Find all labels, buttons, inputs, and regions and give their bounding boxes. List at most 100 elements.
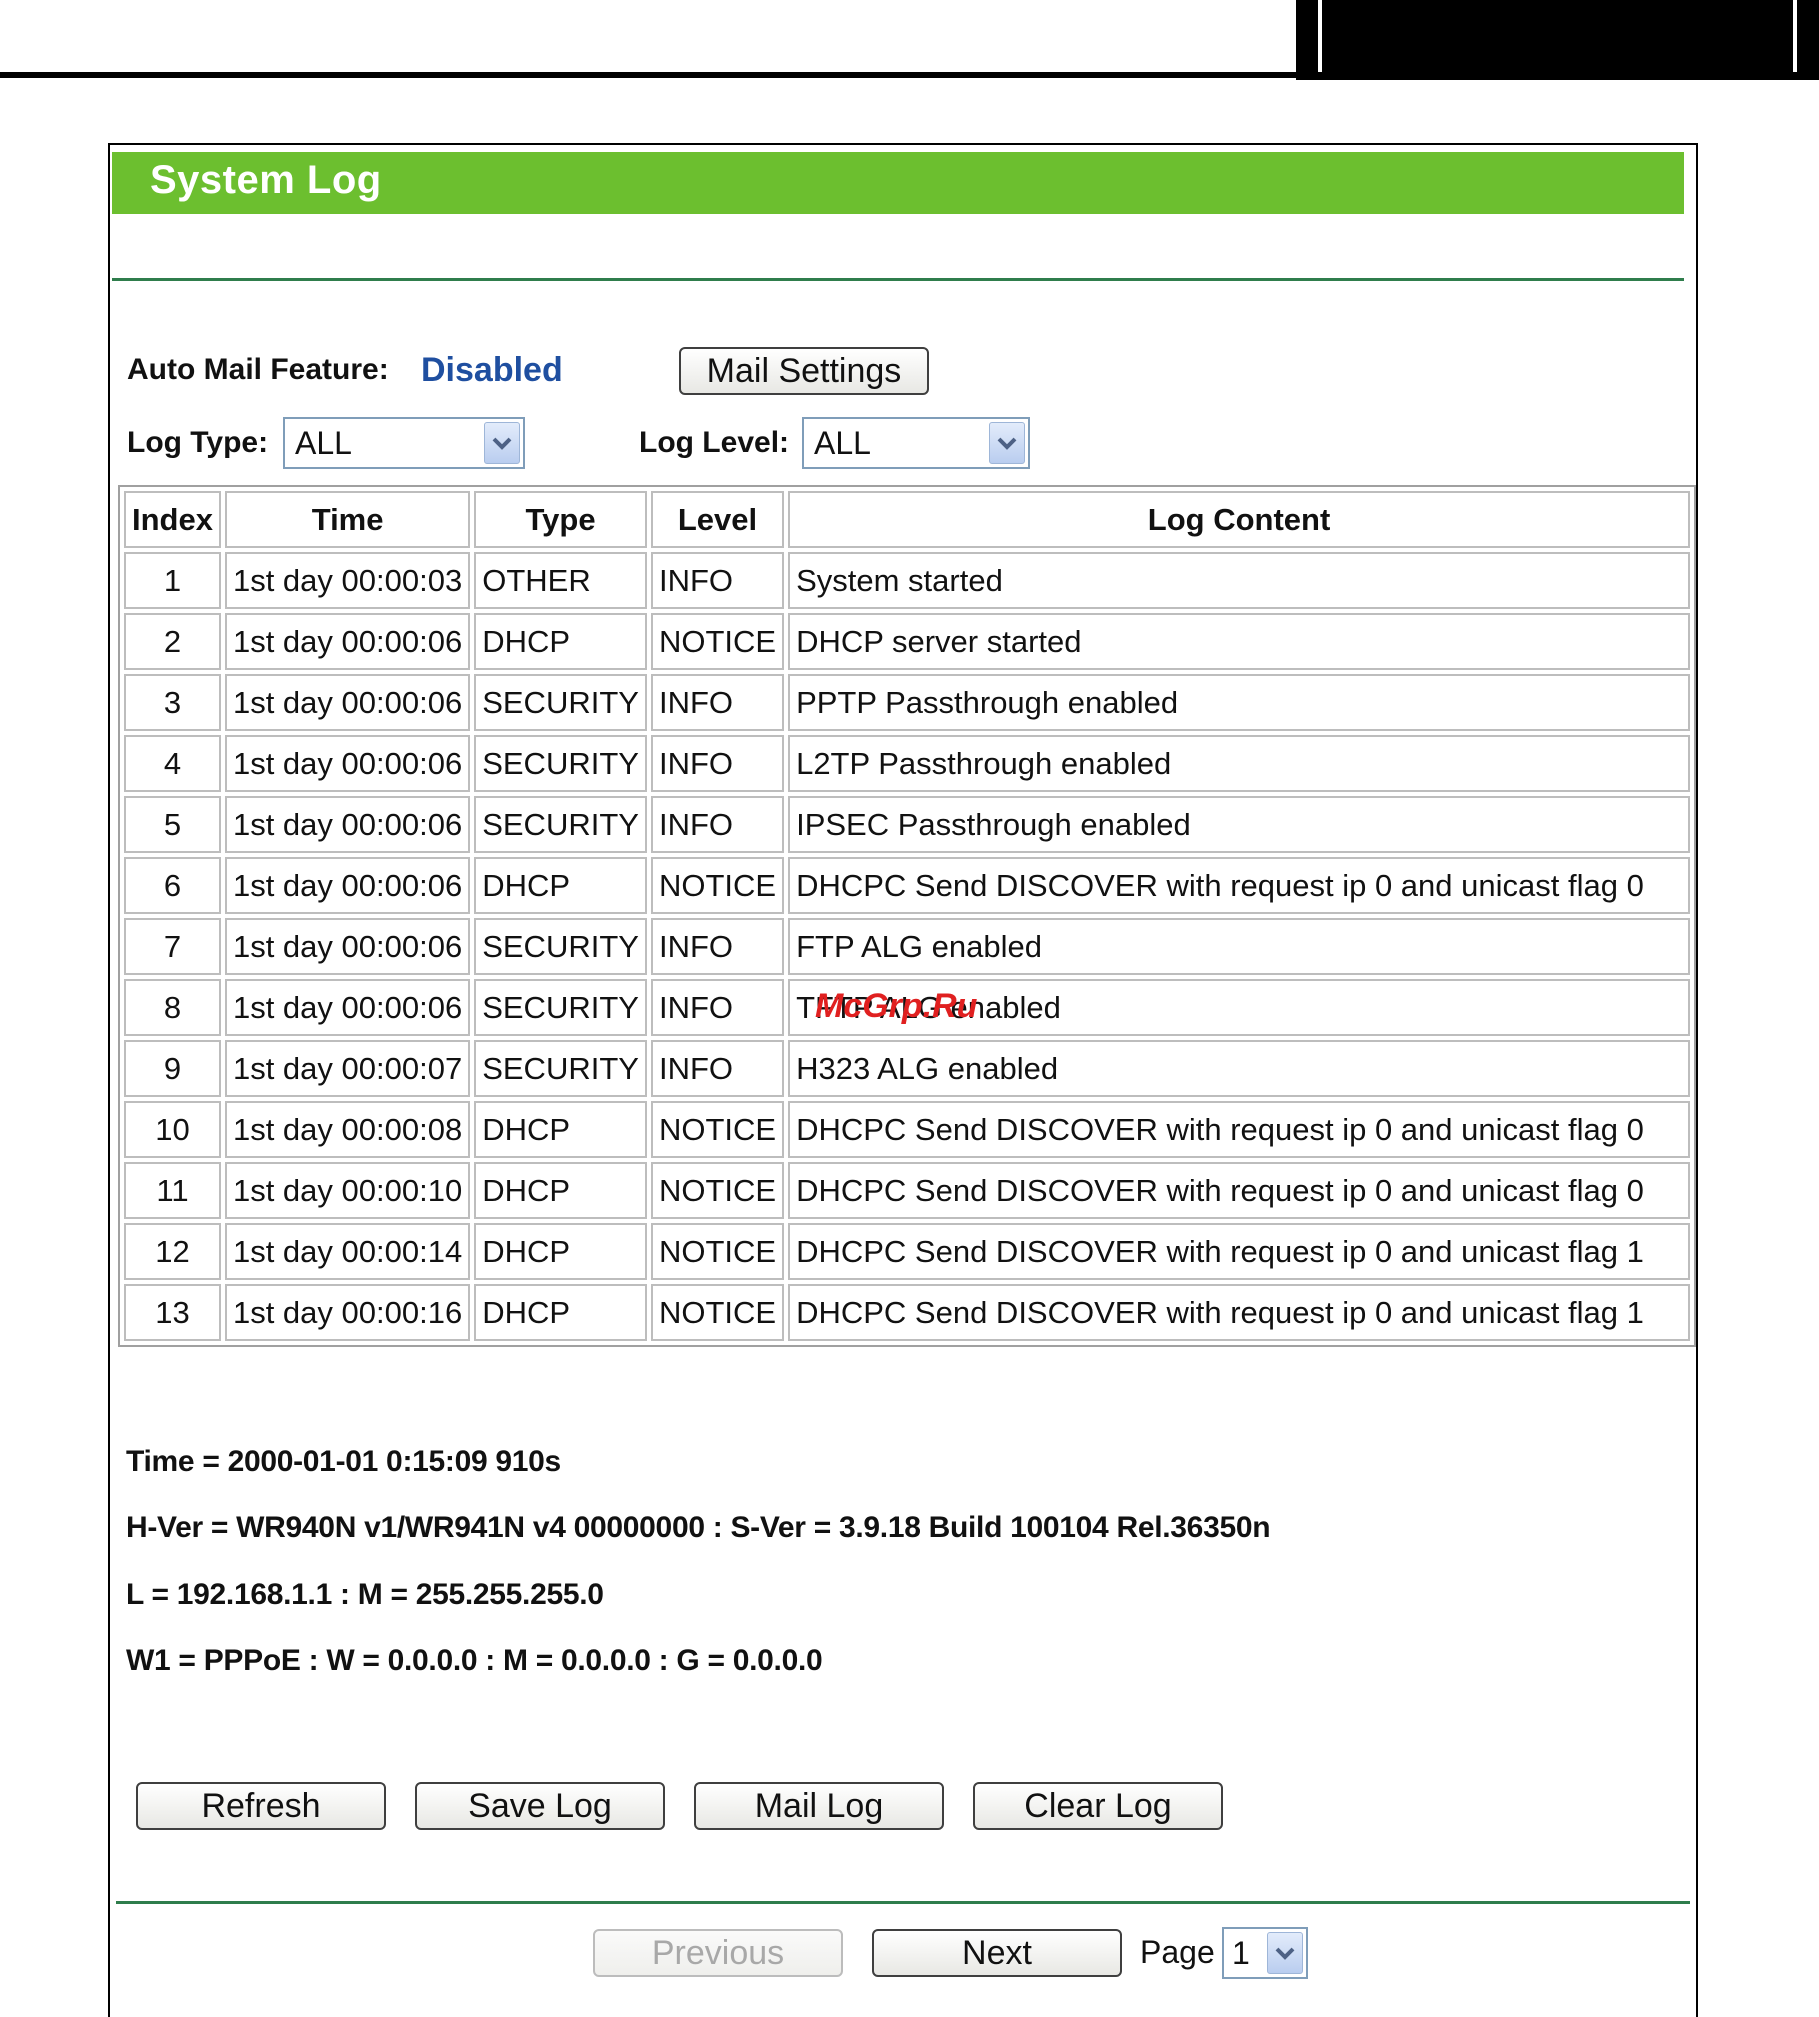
cell-log-content: DHCPC Send DISCOVER with request ip 0 an… [788, 857, 1690, 914]
cell-log-content: DHCP server started [788, 613, 1690, 670]
cell-index: 4 [124, 735, 221, 792]
page-select[interactable]: 1 [1222, 1927, 1308, 1979]
cell-level: NOTICE [650, 1223, 785, 1280]
log-level-label: Log Level: [639, 426, 790, 459]
cell-time: 1st day 00:00:10 [224, 1162, 471, 1219]
cell-index: 1 [124, 552, 221, 609]
cell-time: 1st day 00:00:06 [224, 613, 471, 670]
cell-log-content: System started [788, 552, 1690, 609]
table-row: 7 1st day 00:00:06 SECURITY INFO FTP ALG ena… [124, 918, 1690, 975]
cell-type: SECURITY [474, 1040, 647, 1097]
table-row: 11 1st day 00:00:10 DHCP NOTICE DHCPC Send D… [124, 1162, 1690, 1219]
table-header-row: Index Time Type Level Log Content [124, 491, 1690, 548]
cell-type: SECURITY [474, 735, 647, 792]
cell-index: 10 [124, 1101, 221, 1158]
log-type-select[interactable]: ALL [283, 417, 525, 469]
log-type-value: ALL [295, 425, 352, 461]
cell-index: 11 [124, 1162, 221, 1219]
refresh-button[interactable]: Refresh [136, 1782, 386, 1830]
cell-log-content: L2TP Passthrough enabled [788, 735, 1690, 792]
cell-time: 1st day 00:00:06 [224, 857, 471, 914]
title-separator [112, 278, 1684, 281]
cell-level: INFO [650, 1040, 785, 1097]
column-header-level: Level [650, 491, 785, 548]
document-header-block [1296, 0, 1819, 80]
auto-mail-status: Disabled [421, 351, 563, 389]
cell-index: 2 [124, 613, 221, 670]
cell-time: 1st day 00:00:07 [224, 1040, 471, 1097]
cell-index: 12 [124, 1223, 221, 1280]
cell-time: 1st day 00:00:06 [224, 735, 471, 792]
table-row: 2 1st day 00:00:06 DHCP NOTICE DHCP server s… [124, 613, 1690, 670]
column-header-index: Index [124, 491, 221, 548]
next-page-button[interactable]: Next [872, 1929, 1122, 1977]
cell-log-content: DHCPC Send DISCOVER with request ip 0 an… [788, 1284, 1690, 1341]
info-time: Time = 2000-01-01 0:15:09 910s [126, 1445, 561, 1478]
cell-type: DHCP [474, 613, 647, 670]
cell-time: 1st day 00:00:06 [224, 918, 471, 975]
cell-type: SECURITY [474, 979, 647, 1036]
cell-level: NOTICE [650, 1162, 785, 1219]
cell-time: 1st day 00:00:03 [224, 552, 471, 609]
info-wan: W1 = PPPoE : W = 0.0.0.0 : M = 0.0.0.0 :… [126, 1644, 823, 1677]
cell-index: 3 [124, 674, 221, 731]
cell-log-content: DHCPC Send DISCOVER with request ip 0 an… [788, 1101, 1690, 1158]
page-select-value: 1 [1232, 1935, 1250, 1971]
cell-time: 1st day 00:00:06 [224, 979, 471, 1036]
page-title: System Log [150, 158, 382, 202]
cell-log-content: IPSEC Passthrough enabled [788, 796, 1690, 853]
cell-level: INFO [650, 796, 785, 853]
mail-log-button[interactable]: Mail Log [694, 1782, 944, 1830]
cell-log-content: H323 ALG enabled [788, 1040, 1690, 1097]
bottom-separator [116, 1901, 1690, 1904]
chevron-down-icon[interactable] [484, 422, 520, 464]
mail-settings-button[interactable]: Mail Settings [679, 347, 929, 395]
cell-level: NOTICE [650, 1284, 785, 1341]
cell-type: SECURITY [474, 674, 647, 731]
table-row: 12 1st day 00:00:14 DHCP NOTICE DHCPC Send D… [124, 1223, 1690, 1280]
cell-level: NOTICE [650, 857, 785, 914]
log-table: Index Time Type Level Log Content 1 1st d… [118, 485, 1696, 1347]
cell-index: 7 [124, 918, 221, 975]
cell-log-content: PPTP Passthrough enabled [788, 674, 1690, 731]
table-row: 13 1st day 00:00:16 DHCP NOTICE DHCPC Send D… [124, 1284, 1690, 1341]
cell-time: 1st day 00:00:06 [224, 796, 471, 853]
auto-mail-label: Auto Mail Feature: [127, 353, 389, 386]
chevron-down-icon[interactable] [1267, 1932, 1303, 1974]
save-log-button[interactable]: Save Log [415, 1782, 665, 1830]
column-header-type: Type [474, 491, 647, 548]
cell-type: OTHER [474, 552, 647, 609]
page-label: Page [1140, 1934, 1215, 1970]
table-row: 6 1st day 00:00:06 DHCP NOTICE DHCPC Send DI… [124, 857, 1690, 914]
log-table-body: 1 1st day 00:00:03 OTHER INFO System started… [124, 552, 1690, 1341]
cell-index: 9 [124, 1040, 221, 1097]
cell-log-content: FTP ALG enabled [788, 918, 1690, 975]
cell-type: DHCP [474, 1162, 647, 1219]
cell-type: SECURITY [474, 796, 647, 853]
table-row: 5 1st day 00:00:06 SECURITY INFO IPSEC Passt… [124, 796, 1690, 853]
table-row: 3 1st day 00:00:06 SECURITY INFO PPTP Passth… [124, 674, 1690, 731]
cell-type: DHCP [474, 1101, 647, 1158]
cell-time: 1st day 00:00:16 [224, 1284, 471, 1341]
cell-type: DHCP [474, 1284, 647, 1341]
previous-page-button[interactable]: Previous [593, 1929, 843, 1977]
column-header-log-content: Log Content [788, 491, 1690, 548]
header-tick-right [1793, 0, 1797, 72]
watermark-text: McGrp.Ru [815, 987, 978, 1025]
title-bar: System Log [112, 152, 1684, 214]
document-header-rule [0, 72, 1296, 78]
cell-type: DHCP [474, 1223, 647, 1280]
log-level-select[interactable]: ALL [802, 417, 1030, 469]
cell-level: INFO [650, 979, 785, 1036]
cell-level: INFO [650, 735, 785, 792]
cell-index: 8 [124, 979, 221, 1036]
chevron-down-icon[interactable] [989, 422, 1025, 464]
cell-type: DHCP [474, 857, 647, 914]
cell-level: NOTICE [650, 1101, 785, 1158]
log-level-value: ALL [814, 425, 871, 461]
info-lan: L = 192.168.1.1 : M = 255.255.255.0 [126, 1578, 604, 1611]
cell-type: SECURITY [474, 918, 647, 975]
clear-log-button[interactable]: Clear Log [973, 1782, 1223, 1830]
info-version: H-Ver = WR940N v1/WR941N v4 00000000 : S… [126, 1511, 1271, 1544]
column-header-time: Time [224, 491, 471, 548]
